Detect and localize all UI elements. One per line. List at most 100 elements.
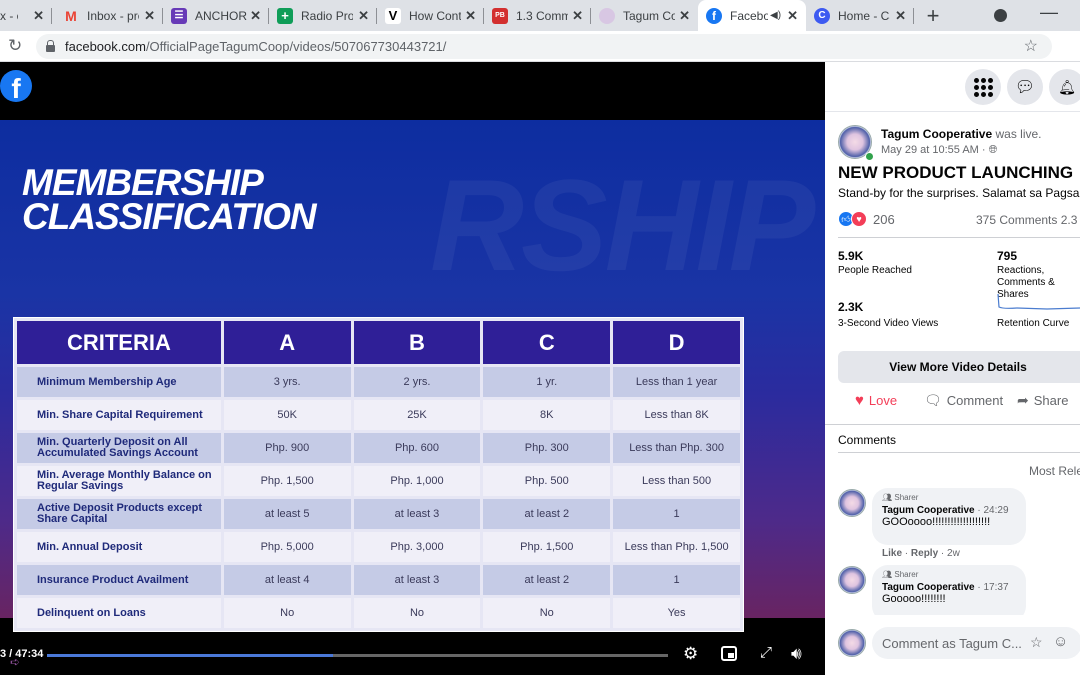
comment-sort-dropdown[interactable]: Most Rele [1029,464,1080,478]
reload-icon[interactable]: ↻ [8,36,22,56]
post-date-text: May 29 at 10:55 AM · [881,144,989,156]
role-text: Sharer [894,570,919,579]
close-tab-icon[interactable]: ✕ [358,8,369,24]
close-tab-icon[interactable]: ✕ [679,8,690,24]
tab-label: Home - Ca [838,8,890,23]
avatar-sticker-icon[interactable]: ☆ [1030,634,1043,651]
comment-reply-link[interactable]: Reply [911,548,938,559]
view-more-details-button[interactable]: View More Video Details [838,351,1080,383]
class-d-cell: Less than 1 year [613,367,740,397]
class-c-cell: No [483,598,611,628]
minimize-button[interactable]: — [1040,2,1058,23]
class-d-cell: 1 [613,565,740,595]
class-b-cell: Php. 1,000 [353,466,481,496]
post-title: NEW PRODUCT LAUNCHING [838,163,1074,182]
bookmark-star-icon[interactable]: ☆ [1024,36,1038,56]
tab-separator [51,8,52,24]
close-tab-icon[interactable]: ✕ [33,8,44,24]
class-c-cell: Php. 500 [483,466,611,496]
table-header-row: CRITERIA A B C D [17,321,740,364]
settings-gear-icon[interactable]: ⚙ [683,644,698,664]
menu-grid-icon[interactable] [965,69,1001,105]
comment-text: Gooooo!!!!!!!! [882,593,946,605]
stat-value: 2.3K [838,300,864,314]
post-author: Tagum Cooperative was live. [881,127,1042,141]
stat-value: 5.9K [838,249,864,263]
volume-icon[interactable]: 🔊︎ [791,644,802,664]
emoji-icon[interactable]: ☺ [1053,633,1068,650]
time-display: 3 / 47:34 [0,648,44,660]
table-row: Delinquent on Loans No No No Yes [17,598,740,628]
commenter-avatar[interactable] [838,489,866,517]
commenter-role: 👥︎ Sharer [882,570,1016,579]
browser-tab-active[interactable]: f Facebo ◀) ✕ [698,0,806,31]
close-tab-icon[interactable]: ✕ [465,8,476,24]
close-tab-icon[interactable]: ✕ [787,8,798,24]
post-date[interactable]: May 29 at 10:55 AM · 🌐︎ [881,144,997,157]
browser-tab[interactable]: M Inbox - pre ✕ [55,0,163,31]
author-link[interactable]: Tagum Cooperative [881,127,992,141]
comment-button[interactable]: 🗨︎ Comment [924,392,1003,409]
close-tab-icon[interactable]: ✕ [572,8,583,24]
comment-author-name[interactable]: Tagum Cooperative [882,582,975,593]
fullscreen-icon[interactable]: ⤢ [760,644,772,661]
comment-timestamp[interactable]: 17:37 [984,582,1009,593]
current-user-avatar [838,629,866,657]
comments-shares-count[interactable]: 375 Comments 2.3 [976,213,1077,227]
browser-tab[interactable]: ☰ ANCHORS ✕ [163,0,269,31]
comment-item: 👥︎ Sharer Tagum Cooperative · 17:37 Gooo… [872,565,1026,622]
video-frame: RSHIP MEMBERSHIP CLASSIFICATION CRITERIA… [0,120,825,669]
share-button[interactable]: ➦ Share [1017,392,1068,409]
comment-like-link[interactable]: Like [882,548,902,559]
header-criteria: CRITERIA [17,321,221,364]
close-tab-icon[interactable]: ✕ [895,8,906,24]
close-tab-icon[interactable]: ✕ [250,8,261,24]
new-tab-button[interactable]: + [922,3,944,29]
post-description: Stand-by for the surprises. Salamat sa P… [838,186,1080,200]
url-input[interactable]: facebook.com/OfficialPageTagumCoop/video… [36,34,1052,59]
url-text[interactable]: facebook.com/OfficialPageTagumCoop/video… [65,39,446,54]
classification-table: CRITERIA A B C D Minimum Membership Age 3… [13,317,744,632]
profile-icon[interactable] [994,9,1007,22]
table-row: Minimum Membership Age 3 yrs. 2 yrs. 1 yr. L… [17,367,740,397]
love-button[interactable]: ♥ Love [855,392,897,409]
comment-author-name[interactable]: Tagum Cooperative [882,505,975,516]
browser-tab[interactable]: C Home - Ca ✕ [806,0,914,31]
role-text: Sharer [894,493,919,502]
browser-tab[interactable]: V How Cont ✕ [377,0,484,31]
tab-label: How Cont [409,8,461,23]
browser-tab[interactable]: PB 1.3 Comm ✕ [484,0,591,31]
miniplayer-icon[interactable] [721,646,737,661]
audio-playing-icon[interactable]: ◀) [770,10,781,21]
messenger-icon[interactable]: 💬︎ [1007,69,1043,105]
class-a-cell: Php. 900 [223,433,351,463]
v-icon: V [385,7,401,24]
share-arrow-icon: ➦ [1017,392,1029,408]
commenter-avatar[interactable] [838,566,866,594]
love-label: Love [868,393,898,408]
class-c-cell: Php. 1,500 [483,532,611,562]
class-a-cell: 3 yrs. [223,367,351,397]
facebook-logo-icon[interactable]: f [0,70,32,102]
browser-tab[interactable]: + Radio Prog ✕ [269,0,377,31]
progress-track[interactable] [47,654,668,657]
globe-icon: 🌐︎ [988,144,998,156]
reactions-summary[interactable]: 👍︎ ♥ 206 [838,210,895,228]
comment-timestamp[interactable]: 24:29 [984,505,1009,516]
criteria-cell: Insurance Product Availment [17,565,221,595]
browser-tab[interactable]: Tagum Co ✕ [591,0,698,31]
browser-tab[interactable]: x - cpi ✕ [0,0,52,31]
notifications-bell-icon[interactable]: 🔔︎ [1049,69,1080,105]
slide-watermark: RSHIP [430,152,815,298]
class-c-cell: 1 yr. [483,367,611,397]
stat-value: 795 [997,249,1018,263]
video-player[interactable]: f RSHIP MEMBERSHIP CLASSIFICATION CRITER… [0,62,825,675]
close-tab-icon[interactable]: ✕ [144,8,155,24]
progress-fill [47,654,333,657]
table-row: Min. Average Monthly Balance on Regular … [17,466,740,496]
table-row: Min. Quarterly Deposit on All Accumulate… [17,433,740,463]
commenter-role: 👥︎ Sharer [882,493,1016,502]
class-c-cell: at least 2 [483,565,611,595]
criteria-cell: Active Deposit Products except Share Cap… [17,499,221,529]
comment-input[interactable]: Comment as Tagum C... ☆ ☺ [872,627,1080,659]
